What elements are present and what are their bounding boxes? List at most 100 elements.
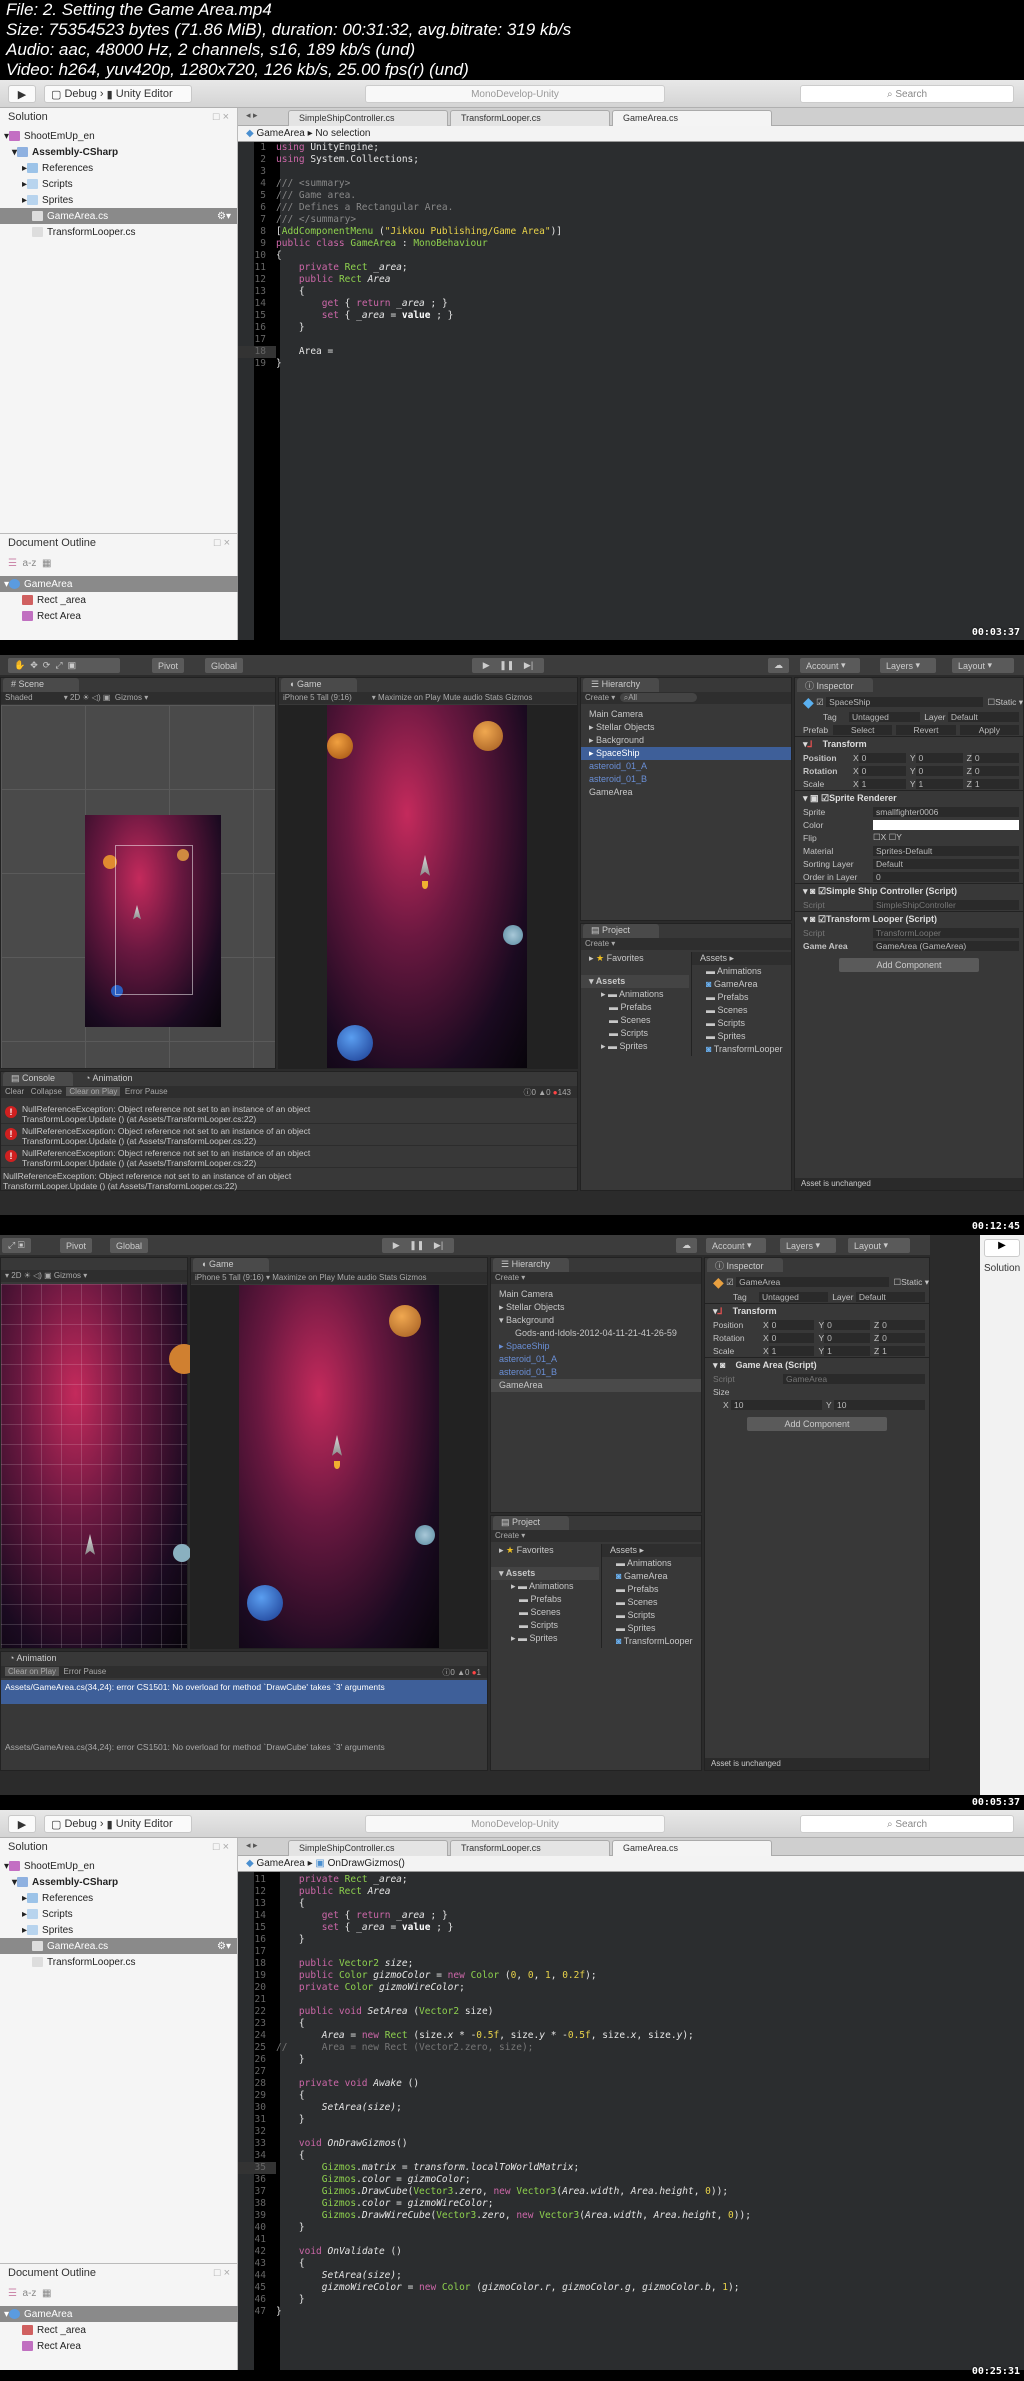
tab-simpleshipcontroller[interactable]: SimpleShipController.cs bbox=[288, 1840, 448, 1856]
transform-tools[interactable]: ✋ ✥ ⟳ ⤢ ▣ bbox=[8, 658, 120, 673]
close-icon[interactable]: □ × bbox=[213, 111, 229, 125]
tab-inspector[interactable]: ⓘ Inspector bbox=[797, 678, 873, 692]
hierarchy-item[interactable]: ▾ Background bbox=[491, 1314, 701, 1327]
color-swatch[interactable] bbox=[873, 819, 1019, 830]
hand-icon[interactable]: ✋ bbox=[14, 660, 25, 671]
close-icon[interactable]: □ × bbox=[213, 1841, 229, 1855]
tree-item-references[interactable]: ▸ References bbox=[0, 160, 237, 176]
asset-item[interactable]: ▬ Scripts bbox=[602, 1609, 701, 1622]
hierarchy-item-selected[interactable]: GameArea bbox=[491, 1379, 701, 1392]
prefab-select-button[interactable]: Select bbox=[833, 724, 893, 735]
scene-canvas[interactable] bbox=[1, 705, 275, 1068]
object-name-field[interactable]: GameArea bbox=[736, 1277, 890, 1287]
layers-dropdown[interactable]: Layers ▾ bbox=[780, 1238, 836, 1253]
asset-item[interactable]: ▬ Scripts bbox=[692, 1017, 791, 1030]
assets-folder[interactable]: ▾ Assets bbox=[581, 975, 689, 988]
code-editor[interactable]: 1 using UnityEngine; 2 using System.Collec… bbox=[238, 142, 1024, 640]
assets-breadcrumb[interactable]: Assets ▸ bbox=[692, 952, 791, 965]
console-counts[interactable]: ⓘ0 ▲0 ●143 bbox=[524, 1087, 571, 1098]
size-x-field[interactable]: 10 bbox=[731, 1399, 822, 1410]
tab-animation[interactable]: ◔ Animation bbox=[1, 1652, 71, 1666]
alpha-sort-icon[interactable]: a-z bbox=[23, 558, 37, 569]
tag-dropdown[interactable]: Untagged bbox=[849, 711, 921, 722]
console-entry[interactable]: ! NullReferenceException: Object referenc… bbox=[1, 1102, 577, 1124]
config-selector[interactable]: ▢ Debug › ▮ Unity Editor bbox=[44, 1815, 192, 1833]
folder-item[interactable]: ▬ Scenes bbox=[491, 1606, 599, 1619]
hierarchy-item[interactable]: asteroid_01_A bbox=[581, 760, 791, 773]
object-name-field[interactable]: SpaceShip bbox=[826, 697, 984, 707]
tree-item-project[interactable]: ▾ Assembly-CSharp bbox=[0, 144, 237, 160]
layer-dropdown[interactable]: Default bbox=[947, 711, 1020, 722]
add-component-button[interactable]: Add Component bbox=[747, 1417, 887, 1431]
pivot-toggle[interactable]: Pivot bbox=[60, 1238, 93, 1253]
rotate-icon[interactable]: ⟳ bbox=[43, 660, 51, 671]
outline-item[interactable]: Rect _area bbox=[0, 2322, 238, 2338]
spaceship[interactable] bbox=[332, 1435, 342, 1456]
tag-dropdown[interactable]: Untagged bbox=[759, 1291, 829, 1302]
tab-transformlooper[interactable]: TransformLooper.cs bbox=[450, 1840, 610, 1856]
layer-dropdown[interactable]: Default bbox=[855, 1291, 926, 1302]
tab-hierarchy[interactable]: ☰ Hierarchy bbox=[583, 678, 659, 692]
folder-item[interactable]: ▬ Scripts bbox=[491, 1619, 599, 1632]
nav-arrows-icon[interactable]: ◂ ▸ bbox=[246, 1840, 258, 1851]
console-entry-selected[interactable]: Assets/GameArea.cs(34,24): error CS1501:… bbox=[1, 1680, 487, 1704]
folder-item[interactable]: ▸ ▬ Animations bbox=[581, 988, 689, 1001]
hierarchy-item-selected[interactable]: ▸ SpaceShip bbox=[581, 747, 791, 760]
game-canvas[interactable] bbox=[191, 1285, 487, 1648]
account-dropdown[interactable]: Account ▾ bbox=[800, 658, 860, 673]
hierarchy-search[interactable]: ⌕All bbox=[619, 693, 698, 702]
run-button[interactable]: ▶ bbox=[984, 1239, 1020, 1257]
spaceship[interactable] bbox=[85, 1534, 95, 1555]
move-icon[interactable]: ✥ bbox=[30, 660, 38, 671]
asset-item[interactable]: ▬ Prefabs bbox=[692, 991, 791, 1004]
run-button[interactable]: ▶ bbox=[8, 85, 36, 103]
hierarchy-item[interactable]: ▸ Stellar Objects bbox=[581, 721, 791, 734]
group-icon[interactable]: ▦ bbox=[42, 558, 51, 569]
assets-breadcrumb[interactable]: Assets ▸ bbox=[602, 1544, 701, 1557]
account-dropdown[interactable]: Account ▾ bbox=[706, 1238, 766, 1253]
asset-item[interactable]: ▬ Sprites bbox=[692, 1030, 791, 1043]
tree-item-sprites[interactable]: ▸ Sprites bbox=[0, 192, 237, 208]
scale-icon[interactable]: ⤢ bbox=[55, 660, 62, 671]
active-checkbox[interactable]: ☑ bbox=[726, 1277, 734, 1288]
group-icon[interactable]: ▦ bbox=[42, 2288, 51, 2299]
outline-item[interactable]: Rect Area bbox=[0, 608, 238, 624]
search-input[interactable]: ⌕ Search bbox=[800, 85, 1014, 103]
tree-item-references[interactable]: ▸ References bbox=[0, 1890, 237, 1906]
tree-item-solution[interactable]: ▾ ShootEmUp_en bbox=[0, 1858, 237, 1874]
hierarchy-item[interactable]: ▸ Stellar Objects bbox=[491, 1301, 701, 1314]
tab-hierarchy[interactable]: ☰ Hierarchy bbox=[493, 1258, 569, 1272]
ship-controller-header[interactable]: ▾ ◙ ☑ Simple Ship Controller (Script) bbox=[795, 883, 1023, 898]
asset-item[interactable]: ▬ Sprites bbox=[602, 1622, 701, 1635]
layout-dropdown[interactable]: Layout ▾ bbox=[952, 658, 1014, 673]
add-component-button[interactable]: Add Component bbox=[839, 958, 979, 972]
close-icon[interactable]: □ × bbox=[214, 537, 230, 551]
prefab-apply-button[interactable]: Apply bbox=[959, 724, 1019, 735]
layout-dropdown[interactable]: Layout ▾ bbox=[848, 1238, 910, 1253]
folder-item[interactable]: ▸ ▬ Sprites bbox=[491, 1632, 599, 1645]
tab-transformlooper[interactable]: TransformLooper.cs bbox=[450, 110, 610, 126]
play-icon[interactable]: ▶ bbox=[483, 660, 490, 671]
scene-canvas[interactable] bbox=[1, 1284, 199, 1648]
console-counts[interactable]: ⓘ0 ▲0 ●1 bbox=[442, 1667, 481, 1678]
code-editor[interactable]: 11 private Rect _area; 12 public Rect Ar… bbox=[238, 1872, 1024, 2370]
folder-item[interactable]: ▸ ▬ Animations bbox=[491, 1580, 599, 1593]
tree-item-project[interactable]: ▾ Assembly-CSharp bbox=[0, 1874, 237, 1890]
cloud-button[interactable]: ☁ bbox=[768, 658, 789, 673]
color-sort-icon[interactable]: ☰ bbox=[8, 558, 17, 569]
favorites-item[interactable]: ▸ ★ Favorites bbox=[491, 1544, 599, 1557]
hierarchy-item[interactable]: asteroid_01_A bbox=[491, 1353, 701, 1366]
tab-animation[interactable]: ◔ Animation bbox=[77, 1072, 147, 1086]
tree-item-transformlooper[interactable]: TransformLooper.cs bbox=[0, 224, 237, 240]
game-canvas[interactable] bbox=[279, 705, 577, 1068]
flip-x-checkbox[interactable]: ☐X ☐Y bbox=[873, 832, 902, 843]
alpha-sort-icon[interactable]: a-z bbox=[23, 2288, 37, 2299]
hierarchy-item[interactable]: asteroid_01_B bbox=[581, 773, 791, 786]
tab-game[interactable]: ◖ Game bbox=[193, 1258, 269, 1272]
tree-item-scripts[interactable]: ▸ Scripts bbox=[0, 1906, 237, 1922]
asset-item[interactable]: ◙ GameArea bbox=[692, 978, 791, 991]
prefab-revert-button[interactable]: Revert bbox=[896, 724, 956, 735]
console-entry[interactable]: ! NullReferenceException: Object referenc… bbox=[1, 1146, 577, 1168]
asset-item[interactable]: ▬ Scenes bbox=[692, 1004, 791, 1017]
hierarchy-item[interactable]: GameArea bbox=[581, 786, 791, 799]
